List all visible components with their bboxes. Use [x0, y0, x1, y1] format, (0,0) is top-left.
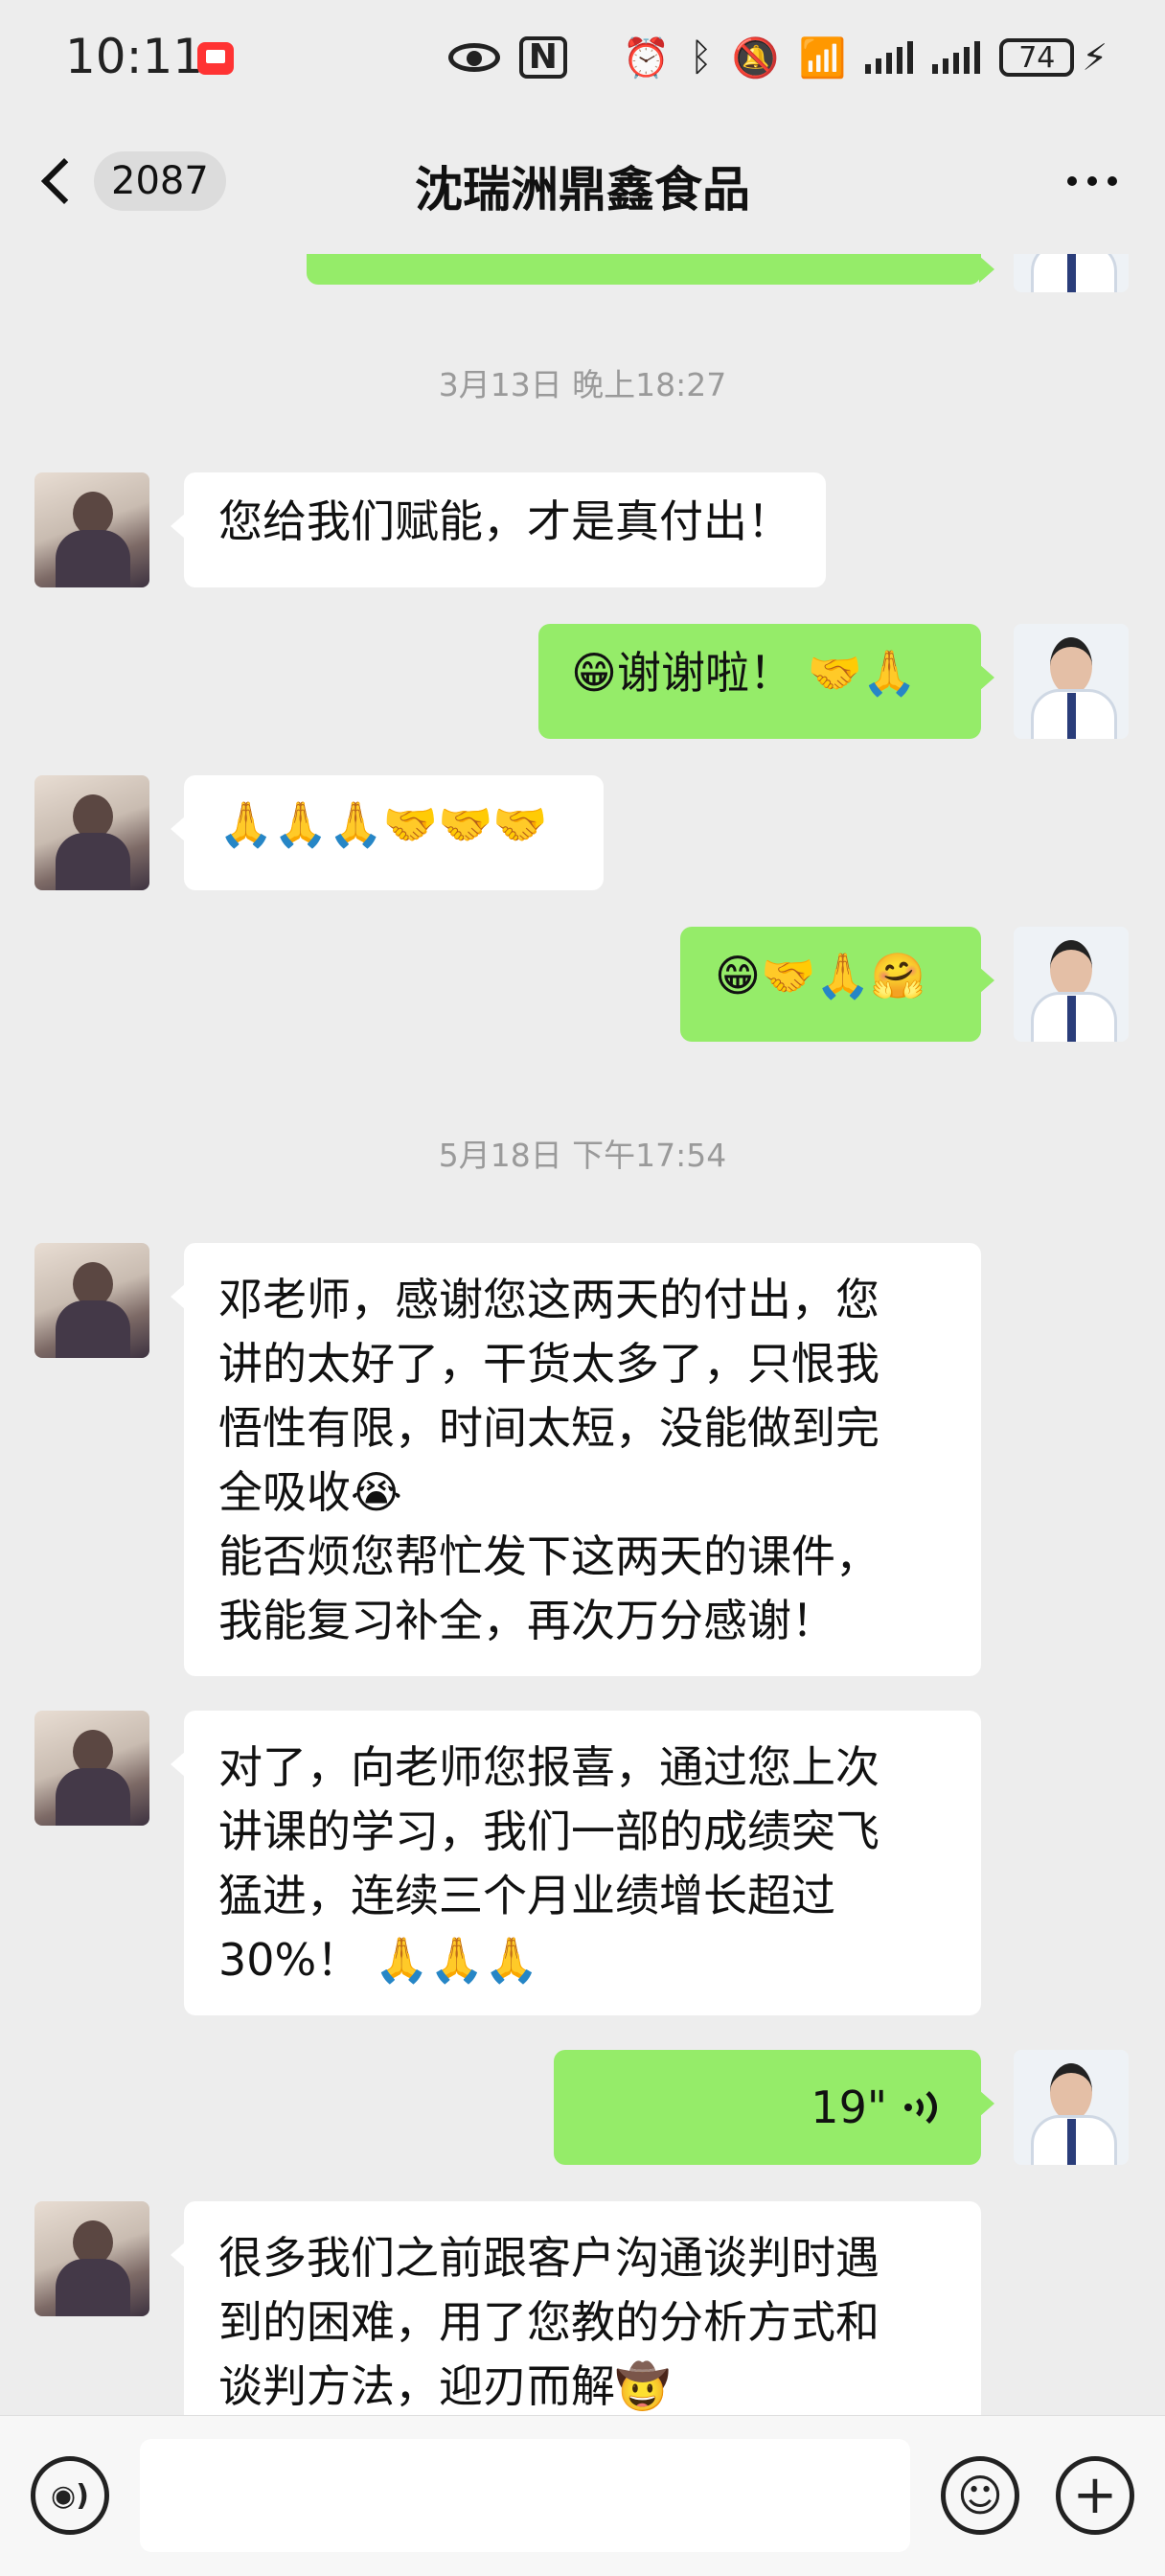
signal-icon-sim2	[932, 41, 981, 74]
more-options-icon[interactable]	[1067, 176, 1117, 186]
eye-icon	[447, 43, 500, 72]
status-time: 10:11	[65, 29, 204, 84]
message-text: 😁🤝🙏🤗	[715, 950, 925, 1001]
message-text-line: 能否烦您帮忙发下这两天的课件，	[218, 1530, 879, 1582]
message-text-line: 猛进，连续三个月业绩增长超过	[218, 1870, 835, 1921]
timestamp: 5月18日 下午17:54	[438, 1137, 727, 1174]
message-text: 🙏🙏🙏🤝🤝🤝	[218, 798, 548, 850]
message-bubble-sent[interactable]: 😁🤝🙏🤗	[680, 927, 994, 1042]
message-list[interactable]: 3月13日 晚上18:27 您给我们赋能，才是真付出！ 😁谢谢啦！ 🤝🙏 🙏🙏🙏…	[0, 254, 1165, 2415]
message-text-line: 邓老师，感谢您这两天的付出，您	[218, 1274, 879, 1325]
voice-duration: 19"	[811, 2081, 887, 2133]
message-bubble-received[interactable]: 邓老师，感谢您这两天的付出，您 讲的太好了，干货太多了，只恨我 悟性有限，时间太…	[171, 1243, 981, 1676]
chat-screen: 10:11 N ⏰ ᛒ 🔕 📶 74 ⚡ 2087 沈瑞洲鼎鑫食品 3月13日 …	[0, 0, 1165, 2576]
bluetooth-icon: ᛒ	[689, 35, 713, 80]
chat-title: 沈瑞洲鼎鑫食品	[415, 162, 750, 218]
plus-icon[interactable]: +	[1056, 2456, 1134, 2535]
status-bar: 10:11 N ⏰ ᛒ 🔕 📶 74 ⚡	[0, 0, 1165, 115]
message-bubble-previous[interactable]	[307, 254, 994, 285]
message-text-line: 对了，向老师您报喜，通过您上次	[218, 1741, 879, 1793]
wifi-icon: 📶	[798, 35, 847, 80]
notification-app-icon	[197, 42, 234, 75]
emoji-icon[interactable]: ☺	[941, 2456, 1019, 2535]
input-bar: ◉) ☺ +	[0, 2415, 1165, 2576]
voice-message-bubble[interactable]: 19"	[554, 2050, 994, 2165]
voice-input-icon[interactable]: ◉)	[31, 2456, 109, 2535]
message-text-line: 全吸收😭	[218, 1466, 402, 1518]
message-text-line: 讲课的学习，我们一部的成绩突飞	[218, 1806, 879, 1857]
timestamp: 3月13日 晚上18:27	[438, 366, 727, 403]
avatar-contact[interactable]	[34, 775, 149, 890]
message-text-line: 很多我们之前跟客户沟通谈判时遇	[218, 2232, 879, 2284]
message-text-line: 30%！ 🙏🙏🙏	[218, 1934, 539, 1986]
message-text-line: 谈判方法，迎刃而解🤠	[218, 2360, 671, 2412]
message-bubble-received[interactable]: 很多我们之前跟客户沟通谈判时遇 到的困难，用了您教的分析方式和 谈判方法，迎刃而…	[171, 2201, 981, 2415]
avatar-self[interactable]	[1014, 624, 1129, 739]
message-text: 😁谢谢啦！ 🤝🙏	[571, 647, 918, 699]
avatar-self[interactable]	[1014, 927, 1129, 1042]
avatar-contact[interactable]	[34, 1243, 149, 1358]
message-bubble-received[interactable]: 您给我们赋能，才是真付出！	[171, 472, 826, 587]
chat-header: 2087 沈瑞洲鼎鑫食品	[0, 115, 1165, 254]
message-bubble-received[interactable]: 对了，向老师您报喜，通过您上次 讲课的学习，我们一部的成绩突飞 猛进，连续三个月…	[171, 1711, 981, 2015]
avatar-contact[interactable]	[34, 472, 149, 587]
message-text-line: 悟性有限，时间太短，没能做到完	[218, 1402, 879, 1454]
charging-bolt-icon: ⚡	[1082, 36, 1108, 79]
voice-wave-icon	[904, 2083, 947, 2131]
avatar-contact[interactable]	[34, 1711, 149, 1826]
alarm-icon: ⏰	[622, 35, 671, 80]
nfc-icon: N	[518, 36, 567, 79]
message-text-line: 我能复习补全，再次万分感谢！	[218, 1595, 835, 1646]
message-text-line: 讲的太好了，干货太多了，只恨我	[218, 1338, 879, 1390]
status-icons: N ⏰ ᛒ 🔕 📶 74 ⚡	[447, 29, 1108, 86]
signal-icon-sim1	[865, 41, 914, 74]
avatar-contact[interactable]	[34, 2201, 149, 2316]
avatar-self[interactable]	[1014, 254, 1129, 292]
avatar-self[interactable]	[1014, 2050, 1129, 2165]
message-text: 您给我们赋能，才是真付出！	[218, 495, 791, 547]
message-bubble-sent[interactable]: 😁谢谢啦！ 🤝🙏	[538, 624, 994, 739]
mute-icon: 🔕	[731, 35, 780, 80]
message-text-line: 到的困难，用了您教的分析方式和	[218, 2296, 879, 2348]
message-bubble-received[interactable]: 🙏🙏🙏🤝🤝🤝	[171, 775, 604, 890]
battery-icon: 74	[999, 38, 1075, 77]
message-input[interactable]	[140, 2439, 910, 2552]
